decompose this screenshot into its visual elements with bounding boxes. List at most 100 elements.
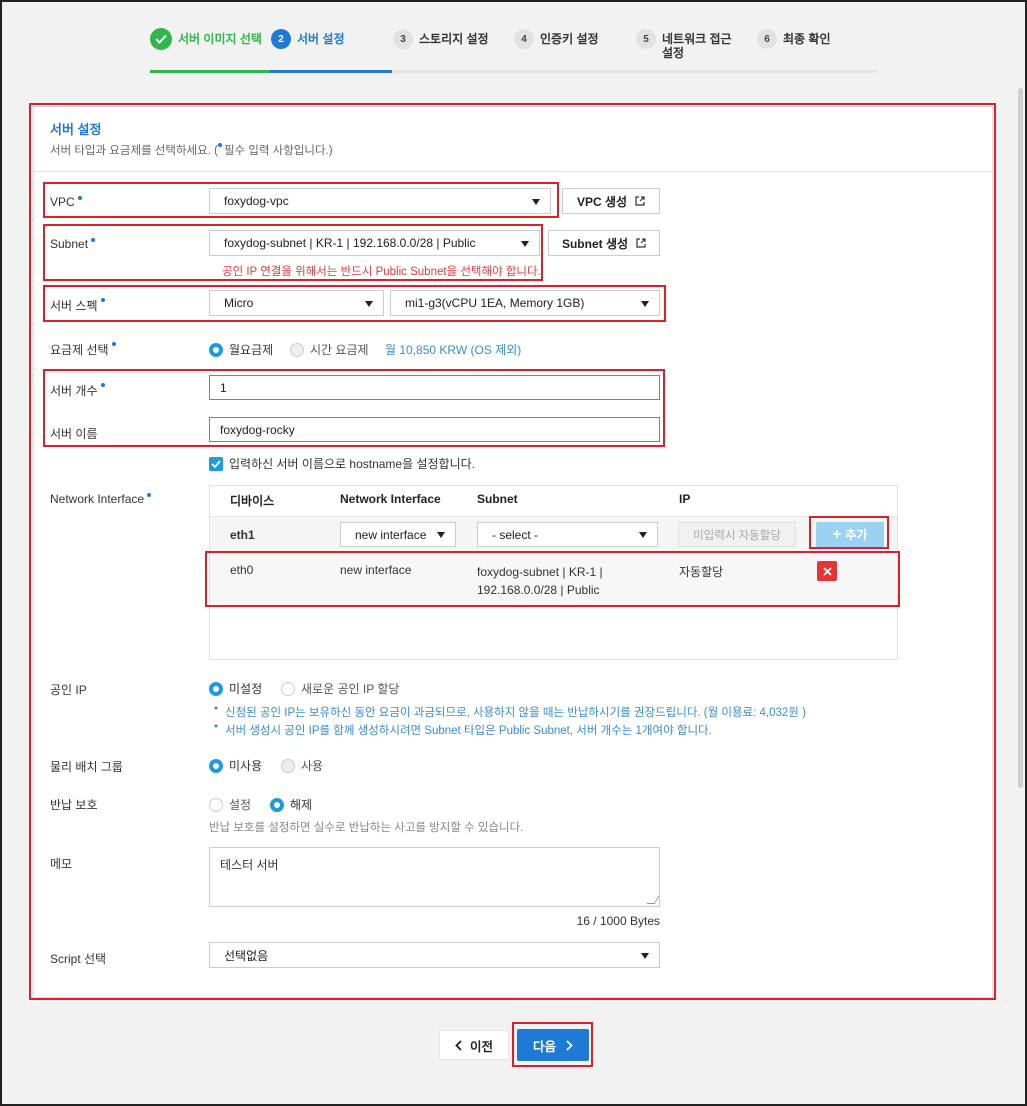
step-label: 최종 확인 <box>783 32 831 46</box>
next-button[interactable]: 다음 <box>517 1029 589 1061</box>
return-protection-note: 반납 보호를 설정하면 실수로 반납하는 사고를 방지할 수 있습니다. <box>209 822 524 834</box>
script-select[interactable]: 선택없음 <box>209 942 660 968</box>
pricing-label: 요금제 선택 <box>50 341 116 358</box>
public-ip-new-radio[interactable]: 새로운 공인 IP 할당 <box>281 680 399 697</box>
row-device: eth0 <box>230 563 254 577</box>
radio-unchecked-icon <box>281 758 295 773</box>
caret-down-icon <box>641 301 649 307</box>
network-interface-label: Network Interface <box>50 492 152 506</box>
price-note: 월 10,850 KRW (OS 제외) <box>385 343 522 357</box>
step-label: 스토리지 설정 <box>419 32 489 46</box>
vpc-create-button[interactable]: VPC 생성 <box>562 188 660 214</box>
subnet-label: Subnet <box>50 237 96 251</box>
memo-textarea[interactable]: 테스터 서버 <box>209 847 660 907</box>
scrollbar[interactable] <box>1018 88 1023 788</box>
step-final-confirm[interactable]: 6 최종 확인 <box>757 29 831 49</box>
radio-unchecked-icon <box>209 797 223 812</box>
external-link-icon <box>636 238 646 248</box>
step-number: 2 <box>271 29 291 49</box>
server-name-label: 서버 이름 <box>50 427 98 441</box>
add-interface-button[interactable]: + 추가 <box>816 522 884 547</box>
chevron-right-icon <box>566 1039 573 1051</box>
step-network-access[interactable]: 5 네트워크 접근 설정 <box>636 29 746 60</box>
return-protection-off-radio[interactable]: 해제 <box>270 796 312 813</box>
server-count-input[interactable]: 1 <box>209 375 660 400</box>
step-auth-key[interactable]: 4 인증키 설정 <box>514 29 599 49</box>
new-row-ip-input[interactable]: 미입력시 자동할당 <box>678 522 796 547</box>
step-server-settings[interactable]: 2 서버 설정 <box>271 29 345 49</box>
subnet-create-button[interactable]: Subnet 생성 <box>548 230 660 256</box>
column-header-ip: IP <box>679 492 691 506</box>
return-protection-on-radio[interactable]: 설정 <box>209 796 251 813</box>
plus-icon: + <box>832 525 842 543</box>
pricing-hourly-radio[interactable]: 시간 요금제 <box>290 341 369 358</box>
step-number: 3 <box>393 29 413 49</box>
step-progress-bar <box>150 70 877 73</box>
server-type-select[interactable]: Micro <box>209 290 384 316</box>
column-header-device: 디바이스 <box>230 494 275 508</box>
step-number: 4 <box>514 29 534 49</box>
public-ip-off-radio[interactable]: 미설정 <box>209 680 262 697</box>
column-header-ni: Network Interface <box>340 492 441 506</box>
caret-down-icon <box>639 532 647 538</box>
delete-interface-button[interactable] <box>817 561 837 581</box>
script-label: Script 선택 <box>50 952 107 966</box>
placement-on-radio[interactable]: 사용 <box>281 757 323 774</box>
server-count-label: 서버 개수 <box>50 382 105 399</box>
page-title: 서버 설정 <box>50 122 102 137</box>
spec-label: 서버 스펙 <box>50 297 105 314</box>
caret-down-icon <box>365 301 373 307</box>
step-label: 인증키 설정 <box>540 32 599 46</box>
memo-label: 메모 <box>50 857 73 871</box>
step-progress-done <box>150 70 270 73</box>
caret-down-icon <box>532 199 540 205</box>
required-dot-icon <box>91 238 96 242</box>
public-ip-note-2: 서버 생성시 공인 IP를 함께 생성하시려면 Subnet 타입은 Publi… <box>214 721 712 738</box>
vpc-label: VPC <box>50 195 82 209</box>
new-row-subnet-select[interactable]: - select - <box>477 522 658 547</box>
close-icon <box>822 566 832 576</box>
step-server-image[interactable]: 서버 이미지 선택 <box>150 28 262 50</box>
column-header-subnet: Subnet <box>477 492 518 506</box>
chevron-left-icon <box>455 1039 462 1051</box>
server-spec-select[interactable]: mi1-g3(vCPU 1EA, Memory 1GB) <box>390 290 660 316</box>
subnet-warning: 공인 IP 연결을 위해서는 반드시 Public Subnet을 선택해야 합… <box>222 266 541 278</box>
checkbox-checked-icon <box>209 456 223 471</box>
required-dot-icon <box>100 298 105 302</box>
pricing-monthly-radio[interactable]: 월요금제 <box>209 341 273 358</box>
required-dot-icon <box>77 196 82 200</box>
row-subnet: foxydog-subnet | KR-1 | 192.168.0.0/28 |… <box>477 565 603 597</box>
page-subtitle: 서버 타입과 요금제를 선택하세요. (필수 입력 사항입니다.) <box>50 143 333 157</box>
caret-down-icon <box>641 953 649 959</box>
external-link-icon <box>635 196 645 206</box>
required-dot-icon <box>111 342 116 346</box>
prev-button[interactable]: 이전 <box>439 1030 509 1060</box>
row-ni: new interface <box>340 563 412 577</box>
public-ip-label: 공인 IP <box>50 683 87 697</box>
placement-off-radio[interactable]: 미사용 <box>209 757 262 774</box>
step-label: 서버 설정 <box>297 32 345 46</box>
public-ip-note-1: 신청된 공인 IP는 보유하신 동안 요금이 과금되므로, 사용하지 않을 때는… <box>214 703 806 720</box>
step-label: 서버 이미지 선택 <box>178 32 262 46</box>
memo-byte-counter: 16 / 1000 Bytes <box>576 914 660 928</box>
step-progress-current <box>270 70 392 73</box>
check-icon <box>150 28 172 50</box>
radio-checked-icon <box>209 342 223 357</box>
step-number: 5 <box>636 29 656 49</box>
resize-handle-icon[interactable] <box>646 896 660 904</box>
vpc-select[interactable]: foxydog-vpc <box>209 188 551 214</box>
new-row-device: eth1 <box>230 528 255 542</box>
caret-down-icon <box>521 241 529 247</box>
new-row-ni-select[interactable]: new interface <box>340 522 456 547</box>
radio-unchecked-icon <box>290 342 304 357</box>
subnet-select[interactable]: foxydog-subnet | KR-1 | 192.168.0.0/28 |… <box>209 230 540 256</box>
divider <box>34 171 992 172</box>
caret-down-icon <box>437 532 445 538</box>
hostname-checkbox[interactable]: 입력하신 서버 이름으로 hostname을 설정합니다. <box>209 455 475 472</box>
step-storage[interactable]: 3 스토리지 설정 <box>393 29 489 49</box>
return-protection-label: 반납 보호 <box>50 798 98 812</box>
server-name-input[interactable]: foxydog-rocky <box>209 417 660 442</box>
required-dot-icon <box>147 493 152 497</box>
radio-checked-icon <box>270 797 284 812</box>
placement-group-label: 물리 배치 그룹 <box>50 760 123 774</box>
